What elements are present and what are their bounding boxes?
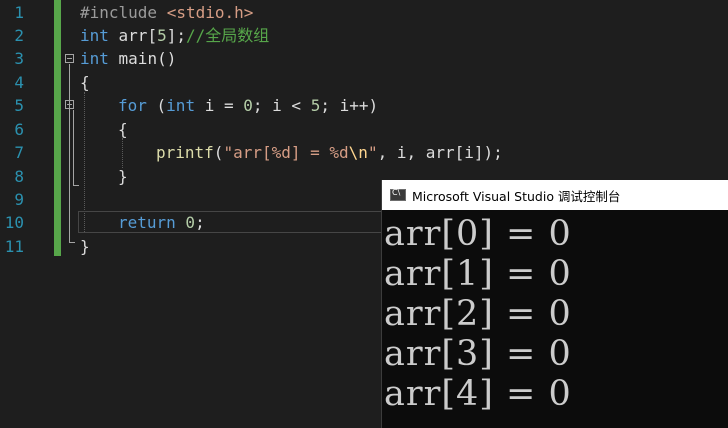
number-literal: 0 (175, 213, 196, 232)
line-number: 9 (14, 190, 24, 209)
code-line-3[interactable]: int main() (80, 47, 176, 71)
line-number: 7 (14, 143, 24, 162)
change-indicator-bar (54, 0, 61, 256)
fold-line (73, 110, 74, 185)
string-literal: " (367, 143, 378, 162)
code-text: main() (108, 49, 177, 68)
code-line-2[interactable]: int arr[5];//全局数组 (80, 24, 269, 48)
code-text: i = (195, 96, 244, 115)
code-text: ]; (166, 26, 186, 45)
keyword: int (166, 96, 196, 115)
code-line-6[interactable]: { (118, 118, 128, 142)
code-line-5[interactable]: for (int i = 0; i < 5; i++) (118, 94, 378, 118)
debug-console-window[interactable]: Microsoft Visual Studio 调试控制台 arr[0] = 0… (381, 180, 728, 428)
code-line-4[interactable]: { (80, 71, 90, 95)
console-title: Microsoft Visual Studio 调试控制台 (412, 188, 621, 204)
code-text: ( (213, 143, 224, 162)
brace: } (118, 167, 128, 186)
code-line-10[interactable]: return 0; (118, 211, 205, 235)
code-text: ; i < (252, 96, 311, 115)
line-number: 1 (14, 3, 24, 22)
fold-end (69, 242, 75, 243)
string-literal: "arr[%d] = %d (223, 143, 349, 162)
console-output-line: arr[0] = 0 (384, 214, 572, 254)
code-line-11[interactable]: } (80, 235, 90, 259)
code-text: arr[ (108, 26, 158, 45)
keyword: int (80, 26, 109, 45)
number-literal: 5 (310, 96, 321, 115)
keyword: int (80, 49, 109, 68)
line-number: 11 (4, 237, 24, 256)
code-text: ; i++) (320, 96, 379, 115)
collapse-for-icon[interactable] (65, 100, 74, 109)
console-output-line: arr[4] = 0 (384, 374, 572, 414)
code-line-7[interactable]: printf("arr[%d] = %d\n", i, arr[i]); (156, 141, 503, 165)
line-number: 10 (4, 213, 24, 232)
comment: //全局数组 (185, 26, 270, 45)
brace: { (80, 73, 90, 92)
keyword: for (118, 96, 147, 115)
fold-end (73, 185, 79, 186)
fold-line (69, 64, 70, 242)
number-literal: 0 (243, 96, 253, 115)
escape-sequence: \n (348, 143, 368, 162)
line-number: 3 (14, 49, 24, 68)
brace: { (118, 120, 128, 139)
line-number: 6 (14, 120, 24, 139)
console-output-line: arr[2] = 0 (384, 294, 572, 334)
line-number: 2 (14, 26, 24, 45)
preprocessor-directive: #include (80, 3, 158, 22)
console-title-bar[interactable]: Microsoft Visual Studio 调试控制台 (382, 180, 728, 210)
console-output-line: arr[1] = 0 (384, 254, 572, 294)
line-number: 5 (14, 96, 24, 115)
console-output-line: arr[3] = 0 (384, 334, 572, 374)
code-text: , i, arr[i]); (377, 143, 503, 162)
code-text: ( (146, 96, 167, 115)
keyword: return (118, 213, 176, 232)
brace: } (80, 237, 90, 256)
code-text: ; (195, 213, 205, 232)
line-number: 8 (14, 167, 24, 186)
number-literal: 5 (157, 26, 167, 45)
code-line-1[interactable]: #include <stdio.h> (80, 1, 253, 25)
function-name: printf (156, 143, 214, 162)
line-number-gutter: 1 2 3 4 5 6 7 8 9 10 11 (0, 0, 54, 428)
code-line-8[interactable]: } (118, 165, 128, 189)
collapse-main-icon[interactable] (65, 54, 74, 63)
console-app-icon (390, 188, 406, 201)
indent-guide (122, 138, 123, 168)
line-number: 4 (14, 73, 24, 92)
include-header: <stdio.h> (166, 3, 254, 22)
